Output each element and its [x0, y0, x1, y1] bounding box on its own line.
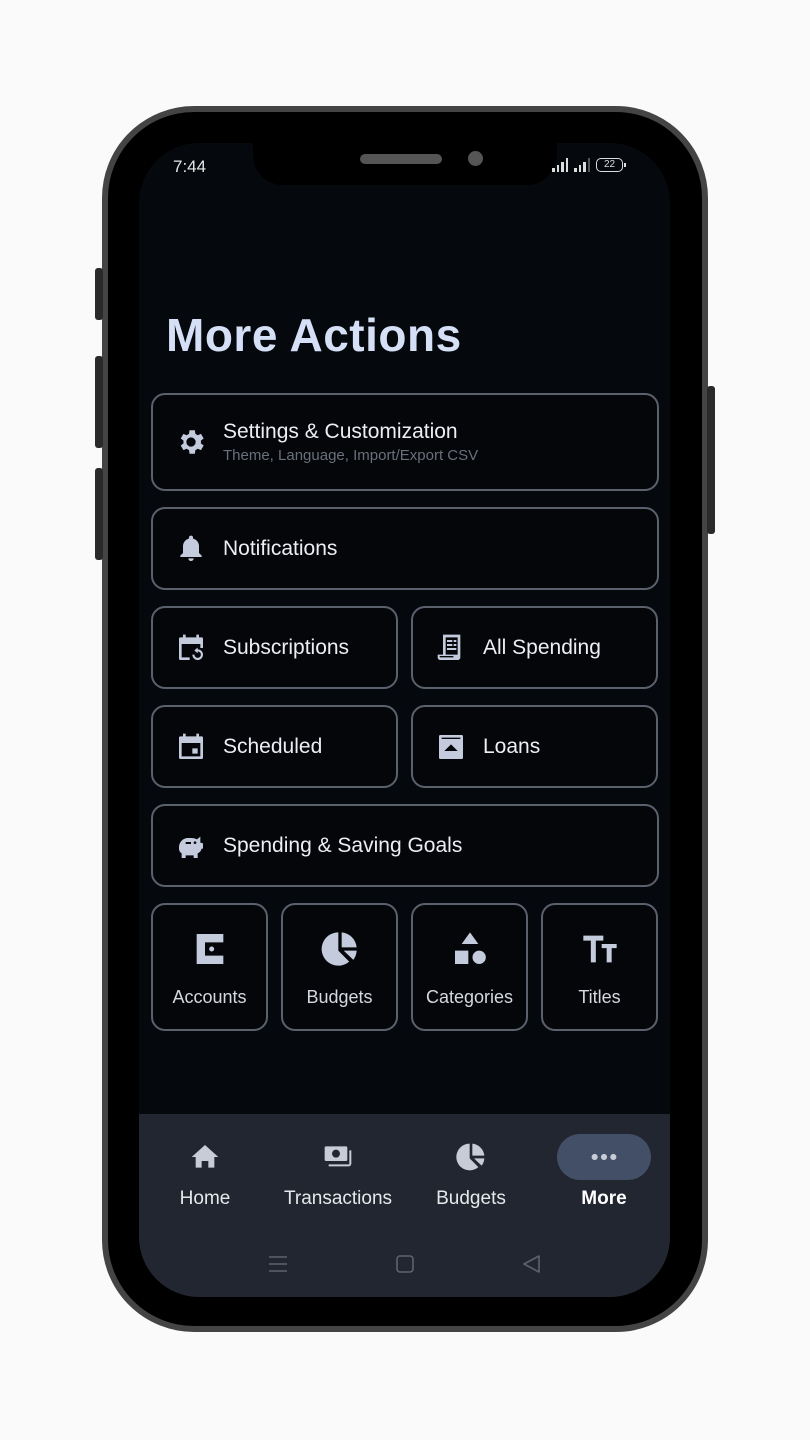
status-time: 7:44 — [173, 157, 207, 176]
speaker — [360, 154, 442, 164]
notch — [253, 143, 557, 185]
budgets-label: Budgets — [306, 987, 373, 1007]
accounts-label: Accounts — [172, 987, 247, 1007]
nav-budgets-pill — [424, 1134, 518, 1180]
receipt-icon — [435, 632, 467, 664]
power-button — [707, 386, 715, 534]
notifications-button[interactable]: Notifications — [151, 507, 659, 590]
volume-up-button — [95, 356, 103, 448]
calendar-event-icon — [175, 731, 207, 763]
accounts-tile[interactable]: Accounts — [151, 903, 268, 1031]
nav-budgets[interactable]: Budgets — [406, 1134, 536, 1210]
front-camera — [468, 151, 483, 166]
loans-label: Loans — [483, 734, 541, 758]
categories-label: Categories — [425, 987, 514, 1007]
goals-button[interactable]: Spending & Saving Goals — [151, 804, 659, 887]
budgets-tile[interactable]: Budgets — [281, 903, 398, 1031]
text-size-icon — [582, 935, 617, 963]
money-icon — [324, 1146, 352, 1167]
notifications-label: Notifications — [223, 536, 338, 560]
nav-more-pill — [557, 1134, 651, 1180]
mute-switch — [95, 268, 103, 320]
status-icons: 22 — [552, 158, 626, 172]
subscriptions-button[interactable]: Subscriptions — [151, 606, 398, 689]
pie-chart-icon — [321, 932, 357, 966]
recent-apps-icon[interactable] — [266, 1252, 290, 1276]
bell-icon — [175, 533, 207, 565]
categories-tile[interactable]: Categories — [411, 903, 528, 1031]
scheduled-label: Scheduled — [223, 734, 323, 758]
home-icon — [191, 1145, 219, 1168]
gear-icon — [175, 426, 207, 458]
signal-icon-1 — [552, 158, 568, 172]
subscriptions-label: Subscriptions — [223, 635, 350, 659]
shapes-icon — [454, 932, 486, 964]
titles-tile[interactable]: Titles — [541, 903, 658, 1031]
wallet-icon — [196, 934, 223, 964]
nav-transactions[interactable]: Transactions — [273, 1134, 403, 1210]
nav-transactions-label: Transactions — [283, 1188, 393, 1209]
all-spending-label: All Spending — [483, 635, 601, 659]
page-title: More Actions — [166, 309, 462, 361]
nav-home[interactable]: Home — [140, 1134, 270, 1210]
scheduled-button[interactable]: Scheduled — [151, 705, 398, 788]
all-spending-button[interactable]: All Spending — [411, 606, 658, 689]
volume-down-button — [95, 468, 103, 560]
home-system-icon[interactable] — [393, 1252, 417, 1276]
pie-chart-icon — [456, 1143, 485, 1171]
goals-label: Spending & Saving Goals — [223, 833, 463, 857]
nav-more[interactable]: More — [539, 1134, 669, 1210]
nav-budgets-label: Budgets — [436, 1188, 506, 1209]
nav-home-pill — [158, 1134, 252, 1180]
calendar-repeat-icon — [175, 632, 207, 664]
nav-more-label: More — [581, 1188, 627, 1209]
nav-transactions-pill — [291, 1134, 385, 1180]
signal-icon-2 — [574, 158, 590, 172]
settings-label: Settings & Customization — [223, 420, 458, 443]
archive-up-icon — [435, 731, 467, 763]
piggy-bank-icon — [175, 830, 207, 862]
back-icon[interactable] — [520, 1252, 544, 1276]
loans-button[interactable]: Loans — [411, 705, 658, 788]
nav-home-label: Home — [179, 1188, 231, 1209]
settings-subtitle: Theme, Language, Import/Export CSV — [223, 447, 479, 464]
more-dots-icon — [591, 1153, 617, 1161]
settings-button[interactable]: Settings & Customization Theme, Language… — [151, 393, 659, 491]
battery-icon: 22 — [596, 158, 626, 172]
titles-label: Titles — [578, 987, 621, 1007]
